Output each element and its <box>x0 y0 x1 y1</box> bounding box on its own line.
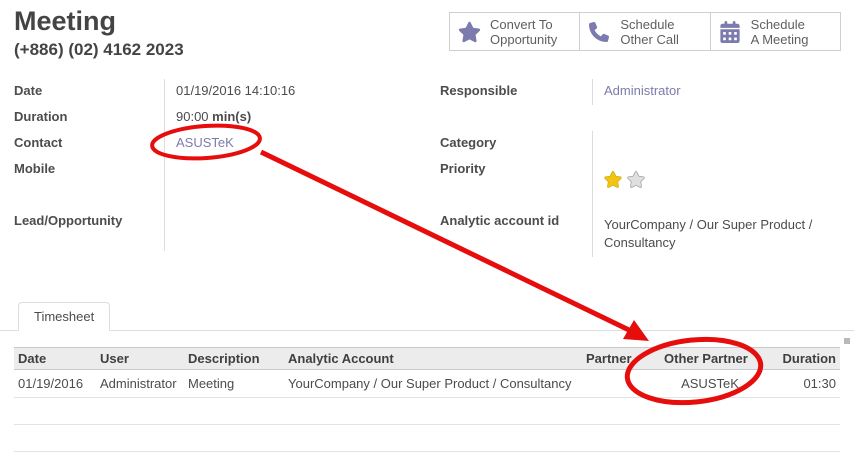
contact-label: Contact <box>14 131 164 157</box>
field-row-duration: Duration 90:00 min(s) <box>14 105 438 131</box>
category-field-group: Category Priority Analytic account id Yo… <box>440 131 846 257</box>
field-row-analytic-account: Analytic account id YourCompany / Our Su… <box>440 209 846 257</box>
field-row-priority: Priority <box>440 157 846 209</box>
cell-other-partner: ASUSTeK <box>660 370 760 398</box>
phone-number-subtitle: (+886) (02) 4162 2023 <box>14 40 184 60</box>
lead-opportunity-label: Lead/Opportunity <box>14 209 164 235</box>
category-label: Category <box>440 131 592 157</box>
analytic-account-label: Analytic account id <box>440 209 592 257</box>
cell-description: Meeting <box>184 370 284 398</box>
responsible-link[interactable]: Administrator <box>604 83 681 98</box>
timesheet-table: Date User Description Analytic Account P… <box>14 347 840 452</box>
page-title: Meeting <box>14 6 116 37</box>
empty-table-row[interactable] <box>14 425 840 452</box>
field-row-spacer <box>14 183 438 209</box>
duration-unit: min(s) <box>212 109 251 124</box>
field-row-responsible: Responsible Administrator <box>440 79 846 105</box>
duration-value: 90:00 min(s) <box>164 105 438 131</box>
schedule-a-meeting-button[interactable]: ScheduleA Meeting <box>710 13 840 50</box>
field-row-lead-opportunity: Lead/Opportunity <box>14 209 438 235</box>
cell-user: Administrator <box>96 370 184 398</box>
tab-timesheet[interactable]: Timesheet <box>18 302 110 331</box>
contact-link[interactable]: ASUSTeK <box>176 135 234 150</box>
category-value <box>592 131 846 157</box>
phone-icon <box>586 22 612 42</box>
convert-button-label: Convert ToOpportunity <box>490 17 557 47</box>
analytic-account-value: YourCompany / Our Super Product / Consul… <box>604 213 832 252</box>
lead-opportunity-value <box>164 209 438 235</box>
cell-duration: 01:30 <box>760 370 840 398</box>
date-label: Date <box>14 79 164 105</box>
col-header-partner[interactable]: Partner <box>582 348 660 370</box>
table-scrollbar[interactable] <box>844 338 850 344</box>
left-field-group: Date 01/19/2016 14:10:16 Duration 90:00 … <box>14 79 438 251</box>
priority-star-empty-icon[interactable] <box>627 171 645 188</box>
col-header-description[interactable]: Description <box>184 348 284 370</box>
empty-table-row[interactable] <box>14 398 840 425</box>
field-row-date: Date 01/19/2016 14:10:16 <box>14 79 438 105</box>
mobile-value <box>164 157 438 183</box>
cell-partner <box>582 370 660 398</box>
header-button-group: Convert ToOpportunity ScheduleOther Call… <box>449 12 841 51</box>
table-row[interactable]: 01/19/2016 Administrator Meeting YourCom… <box>14 370 840 398</box>
priority-star-filled-icon[interactable] <box>604 171 622 188</box>
table-header-row: Date User Description Analytic Account P… <box>14 348 840 370</box>
col-header-other-partner[interactable]: Other Partner <box>660 348 760 370</box>
star-icon <box>456 21 482 43</box>
schedule-other-call-button[interactable]: ScheduleOther Call <box>579 13 709 50</box>
field-row-contact: Contact ASUSTeK <box>14 131 438 157</box>
priority-stars <box>604 161 846 188</box>
convert-to-opportunity-button[interactable]: Convert ToOpportunity <box>450 13 579 50</box>
field-row-mobile: Mobile <box>14 157 438 183</box>
col-header-user[interactable]: User <box>96 348 184 370</box>
tab-bar-divider <box>0 330 854 331</box>
col-header-analytic-account[interactable]: Analytic Account <box>284 348 582 370</box>
responsible-field-group: Responsible Administrator <box>440 79 846 105</box>
col-header-duration[interactable]: Duration <box>760 348 840 370</box>
field-row-category: Category <box>440 131 846 157</box>
mobile-label: Mobile <box>14 157 164 183</box>
calendar-icon <box>717 21 743 43</box>
duration-label: Duration <box>14 105 164 131</box>
schedule-call-button-label: ScheduleOther Call <box>620 17 679 47</box>
col-header-date[interactable]: Date <box>14 348 96 370</box>
responsible-label: Responsible <box>440 79 592 105</box>
date-value: 01/19/2016 14:10:16 <box>164 79 438 105</box>
cell-analytic-account: YourCompany / Our Super Product / Consul… <box>284 370 582 398</box>
cell-date: 01/19/2016 <box>14 370 96 398</box>
schedule-meeting-button-label: ScheduleA Meeting <box>751 17 809 47</box>
priority-label: Priority <box>440 157 592 209</box>
